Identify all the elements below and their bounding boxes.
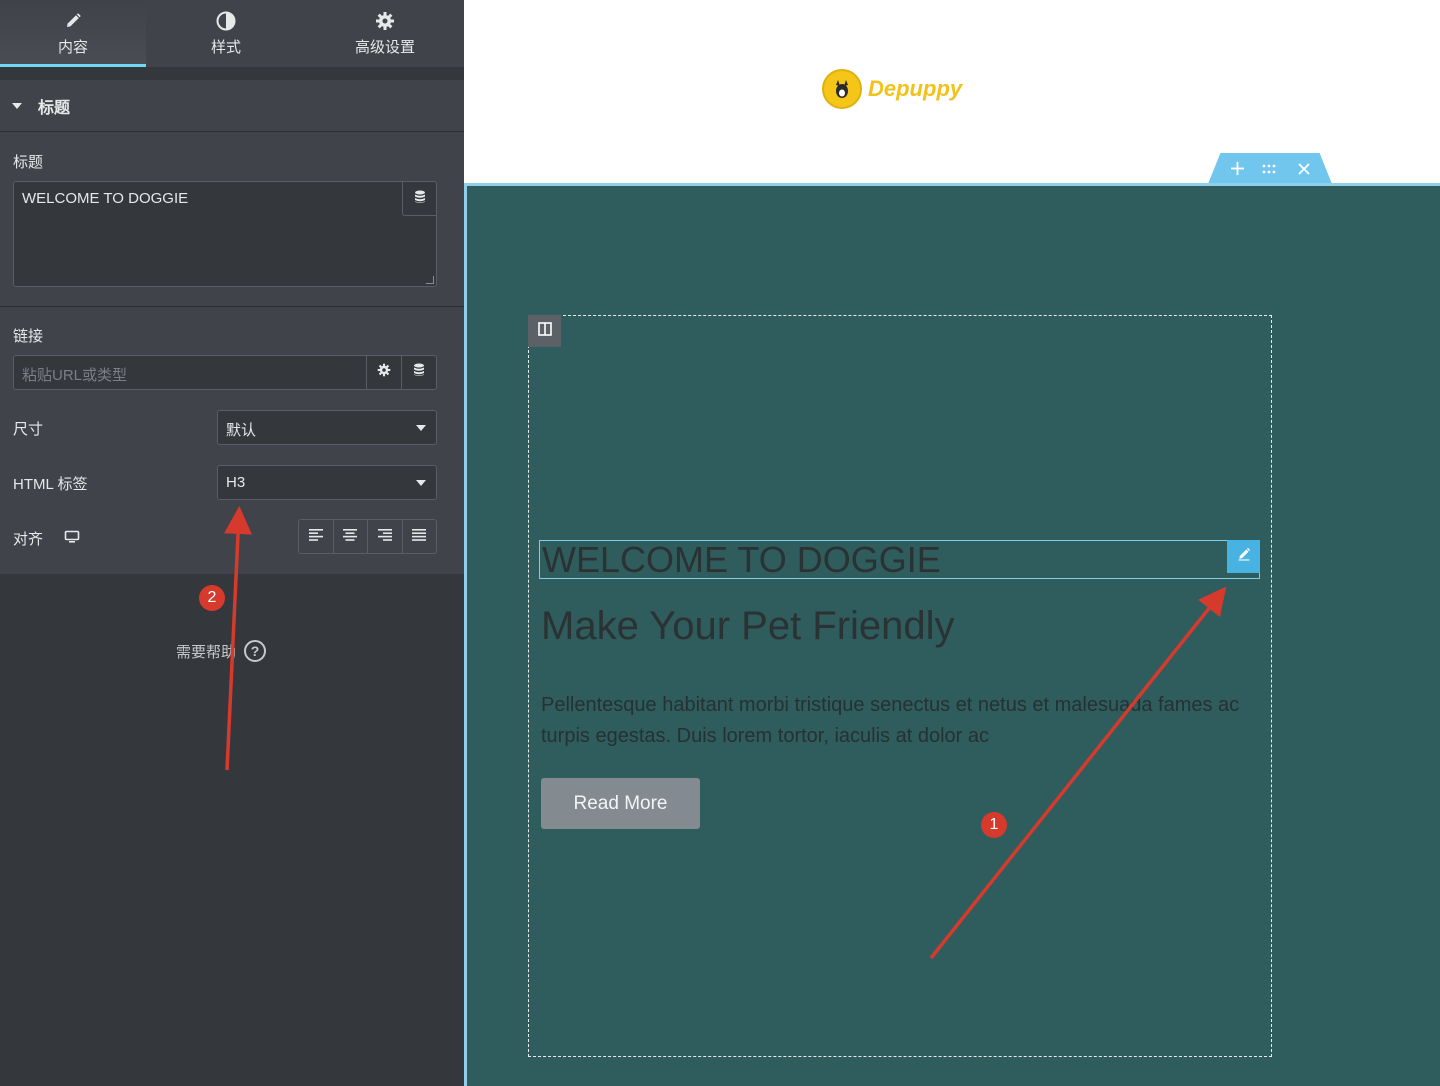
align-left-button[interactable] xyxy=(299,520,334,553)
annotation-marker-2: 2 xyxy=(199,585,225,611)
column: WELCOME TO DOGGIE Make Your Pet Friendly… xyxy=(528,315,1272,1057)
dynamic-tags-button[interactable] xyxy=(402,182,436,216)
annotation-marker-1: 1 xyxy=(981,812,1007,838)
heading-main: Make Your Pet Friendly xyxy=(541,604,955,648)
tab-label: 样式 xyxy=(210,39,241,56)
align-label: 对齐 xyxy=(13,531,44,548)
tab-label: 高级设置 xyxy=(354,39,415,56)
section-toggle-title[interactable]: 标题 xyxy=(0,80,464,132)
link-label: 链接 xyxy=(13,328,44,345)
align-right-icon xyxy=(377,528,392,546)
gear-icon xyxy=(377,363,391,382)
align-left-icon xyxy=(308,528,323,546)
logo-text: Depuppy xyxy=(868,76,963,101)
close-icon[interactable] xyxy=(1297,162,1310,175)
contrast-icon xyxy=(216,10,236,32)
help-label: 需要帮助 xyxy=(176,643,237,661)
heading-widget-selected[interactable]: WELCOME TO DOGGIE xyxy=(539,540,1260,579)
database-icon xyxy=(413,363,425,382)
link-field: 粘贴URL或类型 xyxy=(13,355,437,390)
link-dynamic-button[interactable] xyxy=(401,356,436,389)
caret-down-icon xyxy=(12,102,22,109)
html-tag-value: H3 xyxy=(226,474,246,491)
editor-panel: 内容 样式 高级设置 标题 标题 WELCOME TO DOGGIE 链接 粘贴… xyxy=(0,0,464,1086)
desktop-icon[interactable] xyxy=(64,530,80,549)
chevron-down-icon xyxy=(416,425,426,431)
title-label: 标题 xyxy=(13,154,44,171)
column-handle[interactable] xyxy=(528,315,561,347)
link-input[interactable]: 粘贴URL或类型 xyxy=(14,356,366,389)
size-value: 默认 xyxy=(226,422,257,439)
link-options-button[interactable] xyxy=(366,356,401,389)
align-justify-icon xyxy=(412,528,427,546)
pencil-icon xyxy=(1237,547,1251,566)
question-icon: ? xyxy=(244,640,267,662)
align-center-icon xyxy=(343,528,358,546)
section-title: 标题 xyxy=(38,99,71,117)
drag-handle-icon[interactable] xyxy=(1262,164,1280,174)
preview-canvas: Depuppy WELCOME TO DOGGIE Make Your Pet … xyxy=(464,0,1440,1086)
read-more-button[interactable]: Read More xyxy=(541,778,700,829)
hero-section: WELCOME TO DOGGIE Make Your Pet Friendly… xyxy=(464,183,1440,1086)
divider xyxy=(0,306,464,307)
panel-tabs: 内容 样式 高级设置 xyxy=(0,0,464,67)
align-right-button[interactable] xyxy=(368,520,403,553)
edit-widget-button[interactable] xyxy=(1227,540,1260,573)
gear-icon xyxy=(375,10,395,32)
controls-area: 标题 WELCOME TO DOGGIE 链接 粘贴URL或类型 尺寸 默认 H… xyxy=(0,132,464,574)
align-justify-button[interactable] xyxy=(403,520,437,553)
tab-style[interactable]: 样式 xyxy=(146,0,306,67)
section-handle xyxy=(1208,153,1332,184)
dog-logo-icon xyxy=(822,69,862,109)
heading-welcome: WELCOME TO DOGGIE xyxy=(542,539,941,580)
database-icon xyxy=(414,190,426,208)
align-buttons xyxy=(298,519,437,554)
html-tag-label: HTML 标签 xyxy=(13,476,88,493)
size-label: 尺寸 xyxy=(13,421,44,438)
title-textarea[interactable]: WELCOME TO DOGGIE xyxy=(13,181,437,287)
tab-advanced[interactable]: 高级设置 xyxy=(306,0,464,67)
add-icon[interactable] xyxy=(1230,162,1244,175)
tab-label: 内容 xyxy=(57,39,88,56)
size-select[interactable]: 默认 xyxy=(217,410,437,445)
pencil-icon xyxy=(64,10,82,32)
chevron-down-icon xyxy=(416,480,426,486)
columns-icon xyxy=(537,321,552,341)
resize-handle[interactable] xyxy=(426,276,434,284)
body-paragraph: Pellentesque habitant morbi tristique se… xyxy=(541,694,1240,747)
title-value: WELCOME TO DOGGIE xyxy=(22,190,189,207)
site-logo[interactable]: Depuppy xyxy=(822,69,962,109)
tab-content[interactable]: 内容 xyxy=(0,0,146,67)
align-center-button[interactable] xyxy=(334,520,368,553)
html-tag-select[interactable]: H3 xyxy=(217,465,437,500)
help-link[interactable]: 需要帮助 ? xyxy=(176,640,267,662)
